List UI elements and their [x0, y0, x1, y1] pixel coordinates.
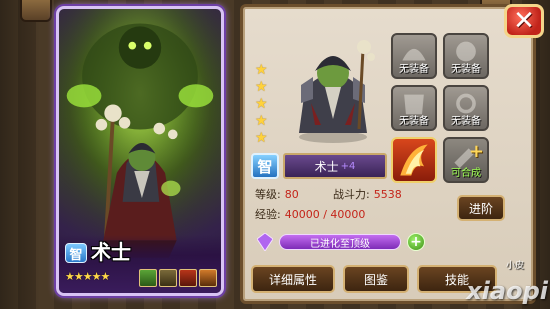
- hero-name-plate-text: 术士: [314, 159, 339, 174]
- advance-button[interactable]: 进阶: [457, 195, 505, 221]
- gallery-button[interactable]: 图鉴: [343, 265, 409, 293]
- evolve-status-bar: 已进化至顶级: [279, 234, 401, 250]
- hero-name-row: 智 术士 +4: [251, 153, 387, 179]
- gem-icon: [257, 233, 273, 251]
- equipment-slot-empty[interactable]: 无装备: [391, 33, 437, 79]
- skill-icon: [199, 269, 217, 287]
- hero-stats: 等级: 80 战斗力: 5538 经验: 40000 / 40000: [255, 185, 402, 225]
- equipment-slot-equipped[interactable]: [391, 137, 437, 183]
- equipment-slot-synthesizable[interactable]: + 可合成: [443, 137, 489, 183]
- close-button[interactable]: ✕: [504, 4, 544, 38]
- skill-icon: [139, 269, 157, 287]
- attribute-badge: 智: [251, 153, 279, 179]
- top-tab-left: [20, 0, 52, 22]
- star-icon: ★: [255, 62, 268, 78]
- hero-info-panel: ★ ★ ★ ★ ★ 无装备 无装备 无装备 无装备 + 可合成 智 术士 +4 …: [240, 4, 536, 304]
- plus-icon: +: [468, 141, 484, 162]
- hero-card[interactable]: 智 术士 ★★★★★: [56, 6, 224, 296]
- equipment-slot-empty[interactable]: 无装备: [443, 33, 489, 79]
- hero-star-rating: ★★★★★: [65, 270, 110, 283]
- star-icon: ★: [255, 113, 268, 129]
- skills-button[interactable]: 技能: [417, 265, 497, 293]
- hero-portrait: [299, 40, 375, 143]
- star-rating-column: ★ ★ ★ ★ ★: [255, 63, 268, 145]
- skill-icon: [159, 269, 177, 287]
- hero-name-plate: 术士 +4: [283, 153, 387, 179]
- watermark-small: 小皮: [505, 261, 524, 271]
- equipment-grid: 无装备 无装备 无装备 无装备 + 可合成: [391, 33, 489, 183]
- equipment-slot-empty[interactable]: 无装备: [391, 85, 437, 131]
- skill-icon-row: [139, 269, 217, 287]
- attribute-badge: 智: [65, 243, 87, 263]
- bottom-button-row: 详细属性 图鉴 技能: [251, 265, 497, 293]
- star-icon: ★: [255, 79, 268, 95]
- power-stat: 战斗力: 5538: [333, 188, 402, 201]
- hero-upgrade-level: +4: [340, 160, 356, 172]
- details-button[interactable]: 详细属性: [251, 265, 335, 293]
- evolve-row: 已进化至顶级 +: [257, 233, 425, 251]
- hero-name: 术士: [91, 240, 131, 264]
- equipment-slot-empty[interactable]: 无装备: [443, 85, 489, 131]
- exp-stat: 经验: 40000 / 40000: [255, 208, 366, 221]
- skill-icon: [179, 269, 197, 287]
- star-icon: ★: [255, 96, 268, 112]
- flame-weapon-icon: [400, 144, 428, 176]
- add-button[interactable]: +: [407, 233, 425, 251]
- star-icon: ★: [255, 130, 268, 146]
